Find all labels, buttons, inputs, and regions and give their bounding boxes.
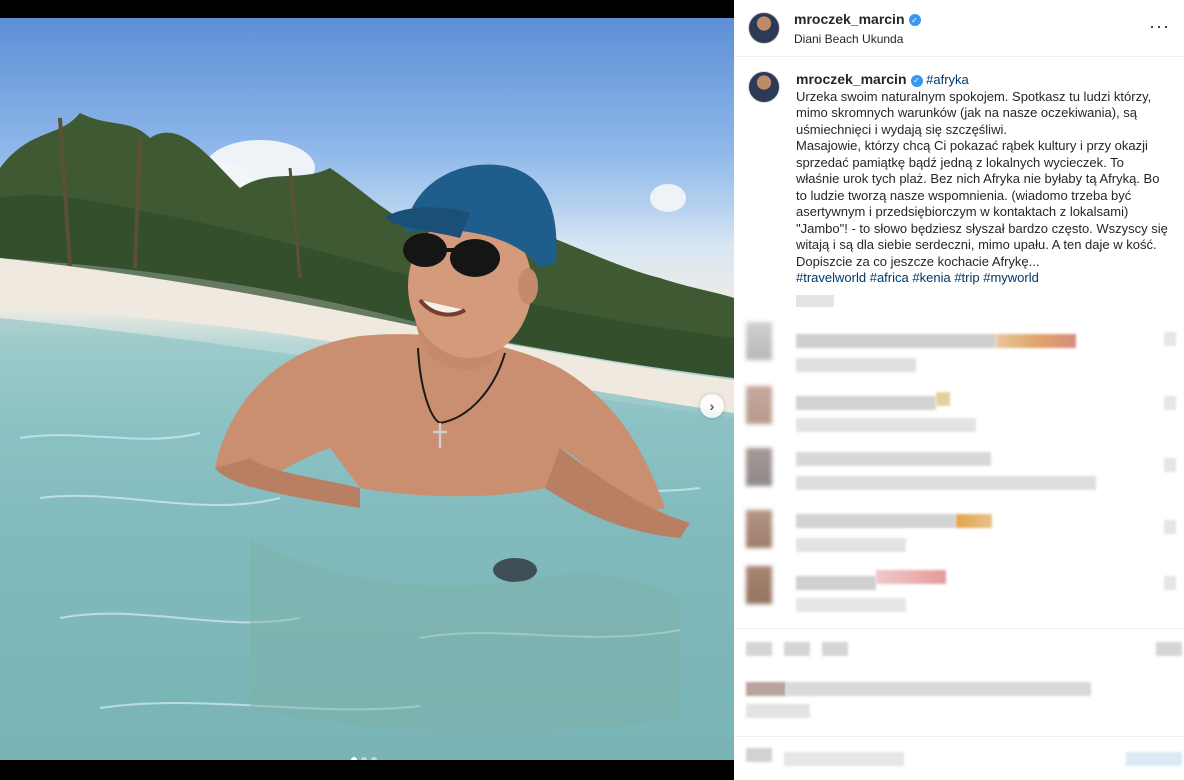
add-comment-blurred[interactable] bbox=[746, 746, 1182, 772]
comment-blurred bbox=[746, 448, 1176, 492]
like-icon[interactable] bbox=[1164, 332, 1176, 346]
verified-badge-icon: ✓ bbox=[910, 75, 923, 88]
comment-icon[interactable] bbox=[784, 642, 810, 656]
caption-hashtags: #travelworld #africa #kenia #trip #mywor… bbox=[796, 270, 1168, 287]
comment-meta-blurred bbox=[796, 598, 906, 612]
comment-text-blurred bbox=[796, 396, 936, 410]
comment-meta-blurred bbox=[796, 418, 976, 432]
comment-blurred bbox=[746, 510, 1176, 554]
hashtag-link[interactable]: #kenia bbox=[912, 270, 950, 285]
like-icon[interactable] bbox=[1164, 576, 1176, 590]
post-header: mroczek_marcin ✓ Diani Beach Ukunda ··· bbox=[734, 0, 1184, 57]
caption-paragraph: "Jambo"! - to słowo będziesz słyszał bar… bbox=[796, 220, 1168, 269]
hashtag-link[interactable]: #travelworld bbox=[796, 270, 866, 285]
emoji-icon[interactable] bbox=[746, 748, 772, 762]
comment-avatar-blurred bbox=[746, 510, 772, 548]
post-caption: mroczek_marcin ✓ #afryka Urzeka swoim nat… bbox=[734, 57, 1184, 307]
caption-avatar[interactable] bbox=[748, 71, 780, 103]
like-icon[interactable] bbox=[746, 642, 772, 656]
divider bbox=[734, 736, 1184, 737]
comment-text-blurred bbox=[796, 576, 876, 590]
comment-text-blurred bbox=[796, 452, 991, 466]
beach-photo-illustration bbox=[0, 113, 734, 760]
comment-text-blurred bbox=[796, 334, 996, 348]
comment-emoji-blurred bbox=[956, 514, 992, 528]
more-icon[interactable]: ··· bbox=[1149, 16, 1170, 37]
share-icon[interactable] bbox=[822, 642, 848, 656]
post-location[interactable]: Diani Beach Ukunda bbox=[794, 32, 921, 46]
chevron-right-icon: › bbox=[709, 398, 715, 414]
caption-timestamp-blurred bbox=[796, 294, 834, 307]
comment-blurred bbox=[746, 566, 1176, 618]
comment-meta-blurred bbox=[796, 538, 906, 552]
comment-text-blurred bbox=[796, 476, 1096, 490]
action-bar-blurred bbox=[746, 642, 1182, 666]
hashtag-link[interactable]: #trip bbox=[954, 270, 979, 285]
hashtag-link[interactable]: #africa bbox=[870, 270, 909, 285]
divider bbox=[734, 628, 1184, 629]
caption-first-hashtag[interactable]: #afryka bbox=[926, 72, 969, 87]
post-comment-button-blurred[interactable] bbox=[1126, 752, 1182, 766]
carousel-next-button[interactable]: › bbox=[700, 394, 724, 418]
caption-username[interactable]: mroczek_marcin bbox=[796, 71, 907, 87]
comment-text-blurred bbox=[796, 514, 956, 528]
caption-body: mroczek_marcin ✓ #afryka Urzeka swoim nat… bbox=[796, 71, 1168, 307]
like-icon[interactable] bbox=[1164, 520, 1176, 534]
carousel-indicator bbox=[351, 757, 377, 760]
comment-emoji-blurred bbox=[876, 570, 946, 584]
carousel-dot bbox=[371, 757, 377, 760]
carousel-dot bbox=[361, 757, 367, 760]
like-icon[interactable] bbox=[1164, 458, 1176, 472]
comment-avatar-blurred bbox=[746, 322, 772, 360]
caption-paragraph: Urzeka swoim naturalnym spokojem. Spotka… bbox=[796, 88, 1152, 137]
comment-meta-blurred bbox=[796, 358, 916, 372]
likes-text-blurred bbox=[786, 682, 1091, 696]
caption-paragraph: Masajowie, którzy chcą Ci pokazać rąbek … bbox=[796, 138, 1160, 219]
author-username[interactable]: mroczek_marcin bbox=[794, 11, 905, 27]
hashtag-link[interactable]: #myworld bbox=[983, 270, 1039, 285]
author-avatar[interactable] bbox=[748, 12, 780, 44]
post-side-panel: mroczek_marcin ✓ Diani Beach Ukunda ··· m… bbox=[734, 0, 1184, 780]
bookmark-icon[interactable] bbox=[1156, 642, 1182, 656]
comment-avatar-blurred bbox=[746, 386, 772, 424]
likes-summary-blurred bbox=[746, 682, 1176, 722]
comment-emoji-blurred bbox=[936, 392, 950, 406]
comment-input-blurred[interactable] bbox=[784, 752, 904, 766]
carousel-dot bbox=[351, 757, 357, 760]
comment-blurred bbox=[746, 322, 1176, 372]
post-date-blurred bbox=[746, 704, 810, 718]
like-icon[interactable] bbox=[1164, 396, 1176, 410]
verified-badge-icon: ✓ bbox=[908, 14, 921, 26]
liked-by-avatars-blurred bbox=[746, 682, 786, 696]
comment-avatar-blurred bbox=[746, 566, 772, 604]
comment-avatar-blurred bbox=[746, 448, 772, 486]
post-photo[interactable]: › bbox=[0, 18, 734, 760]
comment-blurred bbox=[746, 386, 1176, 432]
comment-emoji-blurred bbox=[996, 334, 1076, 348]
post-header-meta: mroczek_marcin ✓ Diani Beach Ukunda bbox=[794, 11, 921, 46]
